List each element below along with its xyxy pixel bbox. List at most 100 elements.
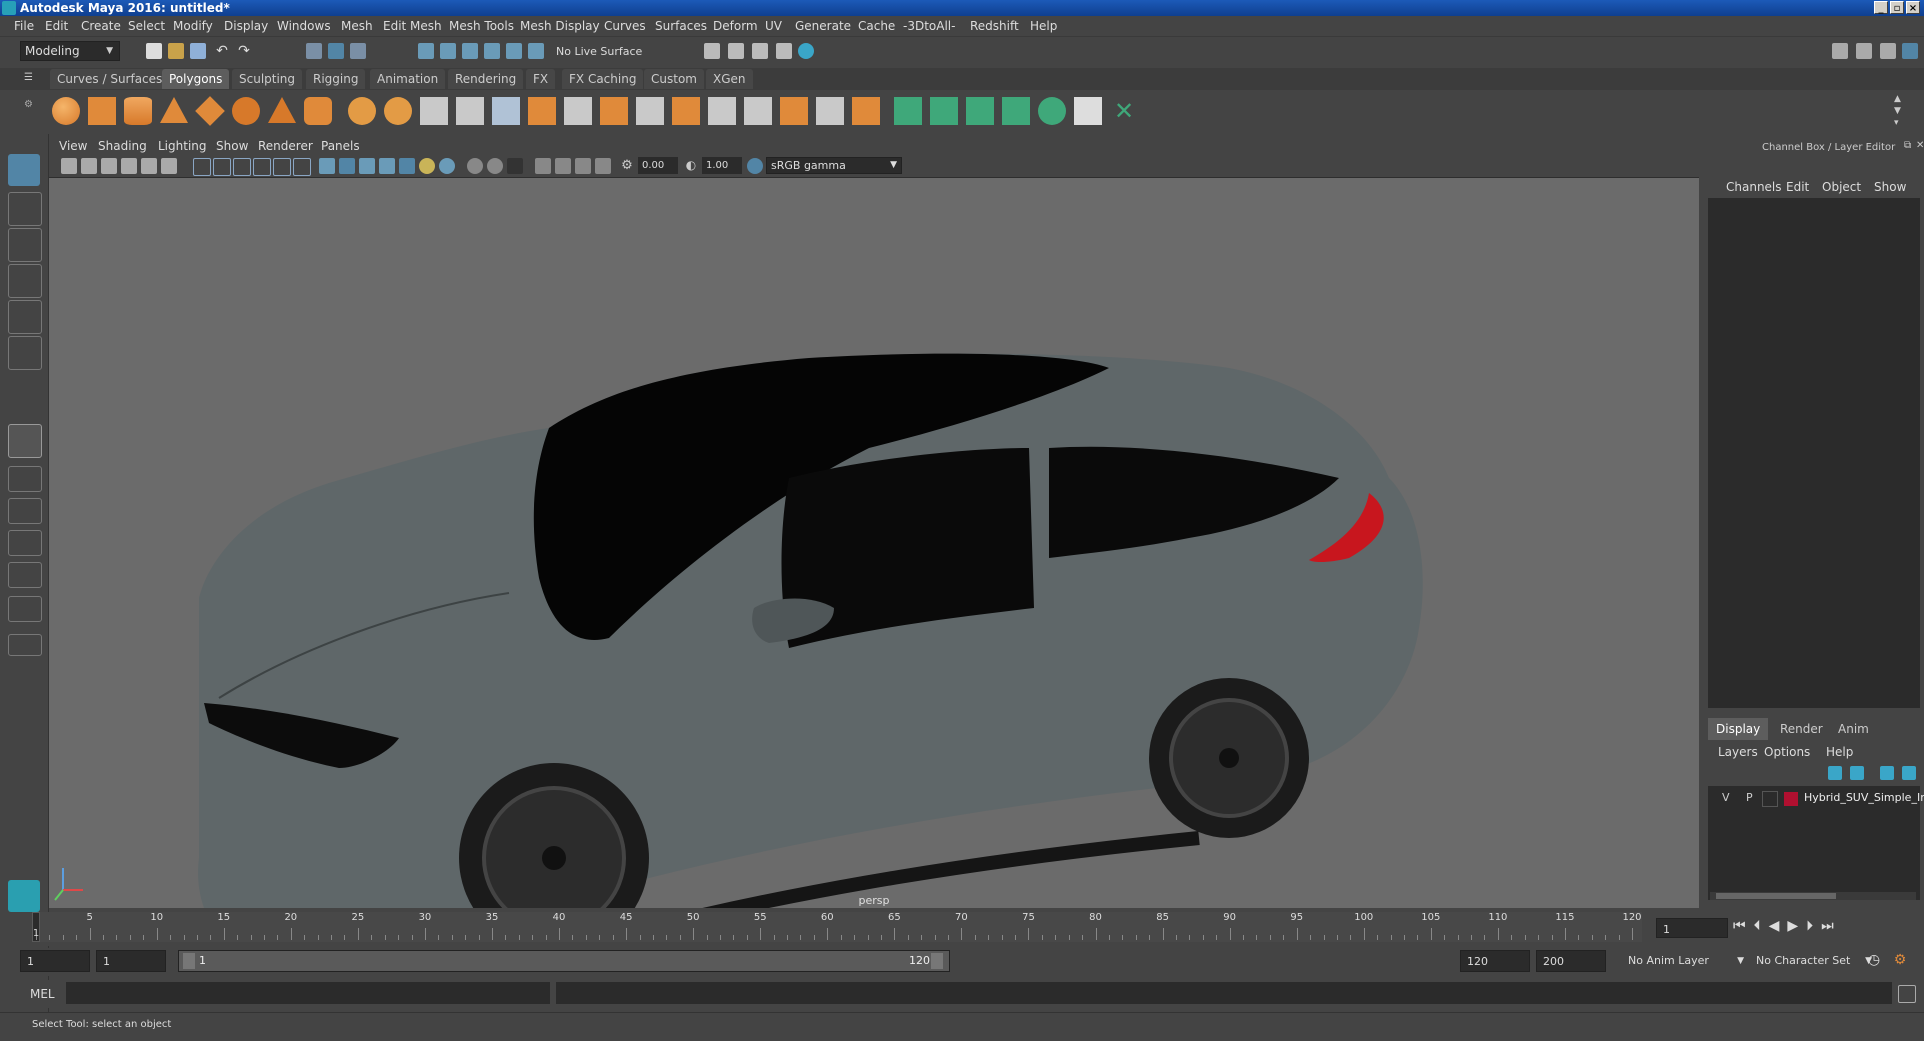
playback-end-field[interactable]: 120 [1460, 950, 1530, 972]
play-back-icon[interactable]: ◀ [1769, 918, 1788, 934]
xray-components-icon[interactable] [595, 158, 611, 174]
command-language-label[interactable]: MEL [30, 987, 55, 1001]
shelf-scroll-icon[interactable]: ▲ ▼ ▾ [1894, 93, 1904, 129]
poly-cube-icon[interactable] [88, 97, 116, 125]
select-hierarchy-icon[interactable] [306, 43, 322, 59]
planar-mapping-icon[interactable] [816, 97, 844, 125]
menu-mesh-tools[interactable]: Mesh Tools [449, 19, 514, 33]
end-time-field[interactable]: 200 [1536, 950, 1606, 972]
offset-edge-loop-icon[interactable] [744, 97, 772, 125]
panel-menu-panels[interactable]: Panels [321, 139, 360, 153]
menu-deform[interactable]: Deform [713, 19, 758, 33]
isolate-select-icon[interactable] [535, 158, 551, 174]
time-slider[interactable]: 1 5 10 15 20 25 30 35 40 45 50 55 60 65 70 75 80 85 90 95 10… [22, 912, 1646, 946]
open-scene-icon[interactable] [168, 43, 184, 59]
paint-select-tool-icon[interactable] [8, 228, 42, 262]
single-perspective-layout-icon[interactable] [8, 424, 42, 458]
tab-polygons[interactable]: Polygons [162, 69, 230, 89]
extrude-icon[interactable] [528, 97, 556, 125]
ipr-render-icon[interactable] [752, 43, 768, 59]
poly-cone-icon[interactable] [160, 97, 188, 123]
menu-file[interactable]: File [14, 19, 34, 33]
time-slider-track[interactable]: 1 5 10 15 20 25 30 35 40 45 50 55 60 65 70 75 80 85 90 95 10… [32, 912, 1642, 942]
depth-of-field-icon[interactable] [507, 158, 523, 174]
minimize-button[interactable]: _ [1874, 1, 1888, 14]
view-transform-dropdown[interactable]: sRGB gamma ▼ [766, 157, 902, 174]
start-time-field[interactable]: 1 [20, 950, 90, 972]
move-layer-up-icon[interactable] [1828, 766, 1842, 780]
sew-uv-icon[interactable] [966, 97, 994, 125]
multi-cut-icon[interactable] [636, 97, 664, 125]
film-gate-icon[interactable] [213, 158, 231, 176]
layer-menu-help[interactable]: Help [1826, 745, 1853, 759]
use-all-lights-icon[interactable] [399, 158, 415, 174]
gamma-field[interactable]: 1.00 [702, 157, 742, 174]
anim-layer-dropdown[interactable]: No Anim Layer ▼ [1628, 950, 1744, 972]
bevel-icon[interactable] [600, 97, 628, 125]
undo-icon[interactable]: ↶ [214, 43, 230, 59]
menu-cache[interactable]: Cache [858, 19, 895, 33]
menu-edit[interactable]: Edit [45, 19, 68, 33]
menu-help[interactable]: Help [1030, 19, 1057, 33]
grid-icon[interactable] [193, 158, 211, 176]
render-view-icon[interactable] [704, 43, 720, 59]
bridge-icon[interactable] [564, 97, 592, 125]
layer-scrollbar[interactable] [1710, 892, 1916, 900]
menu-mesh[interactable]: Mesh [341, 19, 373, 33]
select-component-icon[interactable] [350, 43, 366, 59]
screen-space-ao-icon[interactable] [439, 158, 455, 174]
auto-key-icon[interactable]: ◷ [1866, 952, 1882, 968]
channel-menu-edit[interactable]: Edit [1786, 180, 1809, 194]
save-scene-icon[interactable] [190, 43, 206, 59]
perspective-viewport[interactable]: persp [49, 178, 1699, 908]
smooth-shade-icon[interactable] [339, 158, 355, 174]
step-back-icon[interactable]: ⏴ [1754, 918, 1769, 934]
xray-joints-icon[interactable] [575, 158, 591, 174]
select-tool-icon[interactable] [8, 154, 40, 186]
layer-row[interactable]: V P Hybrid_SUV_Simple_In [1708, 790, 1924, 808]
channel-box-toggle-icon[interactable] [1902, 43, 1918, 59]
layer-visibility-toggle[interactable]: V [1722, 791, 1730, 804]
new-empty-layer-icon[interactable] [1880, 766, 1894, 780]
select-object-icon[interactable] [328, 43, 344, 59]
layout-uv-icon[interactable] [1038, 97, 1066, 125]
float-panel-icon[interactable]: ⧉ [1904, 140, 1911, 151]
tab-rigging[interactable]: Rigging [306, 69, 366, 89]
insert-edge-loop-icon[interactable] [708, 97, 736, 125]
animation-preferences-icon[interactable]: ⚙ [1892, 952, 1908, 968]
tab-anim-layers[interactable]: Anim [1830, 718, 1877, 740]
redo-icon[interactable]: ↷ [236, 43, 252, 59]
graph-layout-icon[interactable] [8, 562, 42, 588]
rotate-tool-icon[interactable] [8, 300, 42, 334]
snap-grid-icon[interactable] [418, 43, 434, 59]
boolean-icon[interactable] [492, 97, 520, 125]
layer-name[interactable]: Hybrid_SUV_Simple_In [1804, 791, 1924, 804]
layer-playback-toggle[interactable]: P [1746, 791, 1753, 804]
panel-menu-renderer[interactable]: Renderer [258, 139, 313, 153]
smooth-icon[interactable] [456, 97, 484, 125]
lasso-tool-icon[interactable] [8, 192, 42, 226]
panel-menu-shading[interactable]: Shading [98, 139, 147, 153]
channel-menu-show[interactable]: Show [1874, 180, 1906, 194]
tab-fx-caching[interactable]: FX Caching [562, 69, 644, 89]
cut-uv-icon[interactable] [930, 97, 958, 125]
range-start-handle[interactable] [183, 953, 195, 969]
playback-start-field[interactable]: 1 [96, 950, 166, 972]
channel-menu-channels[interactable]: Channels [1726, 180, 1782, 194]
camera-icon[interactable] [61, 158, 77, 174]
poly-torus-icon[interactable] [195, 96, 225, 126]
gate-mask-icon[interactable] [253, 158, 271, 176]
menu-mesh-display[interactable]: Mesh Display [520, 19, 600, 33]
script-editor-icon[interactable] [1898, 985, 1916, 1003]
unfold-uv-icon[interactable] [1002, 97, 1030, 125]
field-chart-icon[interactable] [273, 158, 291, 176]
automatic-mapping-icon[interactable] [852, 97, 880, 125]
tab-xgen[interactable]: XGen [706, 69, 753, 89]
command-input[interactable] [66, 982, 550, 1004]
maximize-button[interactable]: ▫ [1890, 1, 1904, 14]
car-model[interactable] [49, 178, 1699, 908]
menu-windows[interactable]: Windows [277, 19, 331, 33]
menu-uv[interactable]: UV [765, 19, 782, 33]
tab-fx[interactable]: FX [526, 69, 556, 89]
channel-menu-object[interactable]: Object [1822, 180, 1861, 194]
